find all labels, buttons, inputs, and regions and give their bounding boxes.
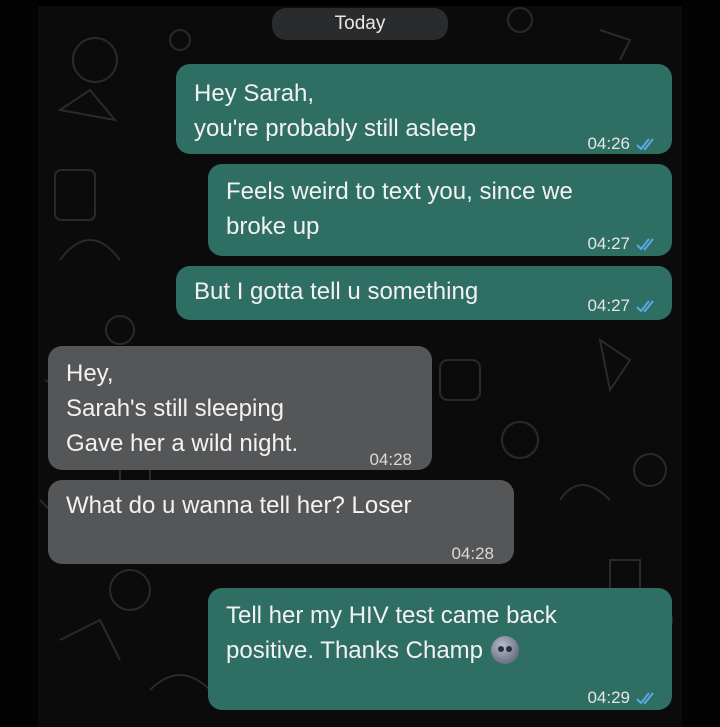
message-bubble-incoming[interactable]: What do u wanna tell her? Loser 04:28: [48, 480, 514, 564]
message-text-line: positive. Thanks Champ: [226, 633, 520, 669]
message-text: positive. Thanks Champ: [226, 637, 484, 664]
message-text-line: But I gotta tell u something: [194, 278, 479, 305]
message-time: 04:27: [587, 296, 630, 315]
chat-view: Today Hey Sarah, you're probably still a…: [0, 0, 720, 727]
message-text-line: broke up: [226, 213, 320, 240]
message-time: 04:29: [587, 688, 630, 707]
message-time: 04:26: [587, 134, 630, 153]
message-bubble-outgoing[interactable]: Tell her my HIV test came back positive.…: [208, 588, 672, 710]
message-meta: 04:27: [587, 288, 658, 324]
double-check-icon: [636, 237, 658, 251]
message-text-line: Gave her a wild night.: [66, 430, 299, 457]
message-time: 04:28: [369, 450, 412, 469]
message-meta: 04:26: [587, 126, 658, 162]
message-time: 04:28: [451, 544, 494, 563]
message-bubble-outgoing[interactable]: But I gotta tell u something 04:27: [176, 266, 672, 320]
double-check-icon: [636, 691, 658, 705]
double-check-icon: [636, 299, 658, 313]
message-bubble-outgoing[interactable]: Hey Sarah, you're probably still asleep …: [176, 64, 672, 154]
message-time: 04:27: [587, 234, 630, 253]
message-bubble-outgoing[interactable]: Feels weird to text you, since we broke …: [208, 164, 672, 256]
message-text-line: Feels weird to text you, since we: [226, 178, 573, 205]
frame-left-edge: [0, 0, 38, 727]
message-meta: 04:28: [451, 536, 494, 572]
message-bubble-incoming[interactable]: Hey, Sarah's still sleeping Gave her a w…: [48, 346, 432, 470]
double-check-icon: [636, 137, 658, 151]
message-text-line: you're probably still asleep: [194, 115, 477, 142]
message-text-line: Tell her my HIV test came back: [226, 602, 557, 629]
cold-sweat-face-emoji: [491, 635, 520, 664]
message-meta: 04:28: [369, 442, 412, 478]
message-text-line: What do u wanna tell her? Loser: [66, 492, 412, 519]
message-text-line: Hey,: [66, 360, 114, 387]
message-text-line: Hey Sarah,: [194, 80, 315, 107]
message-meta: 04:27: [587, 226, 658, 262]
frame-right-edge: [682, 0, 720, 727]
date-separator: Today: [272, 8, 448, 40]
frame-top-edge: [0, 0, 720, 6]
message-meta: 04:29: [587, 680, 658, 716]
message-text-line: Sarah's still sleeping: [66, 395, 285, 422]
